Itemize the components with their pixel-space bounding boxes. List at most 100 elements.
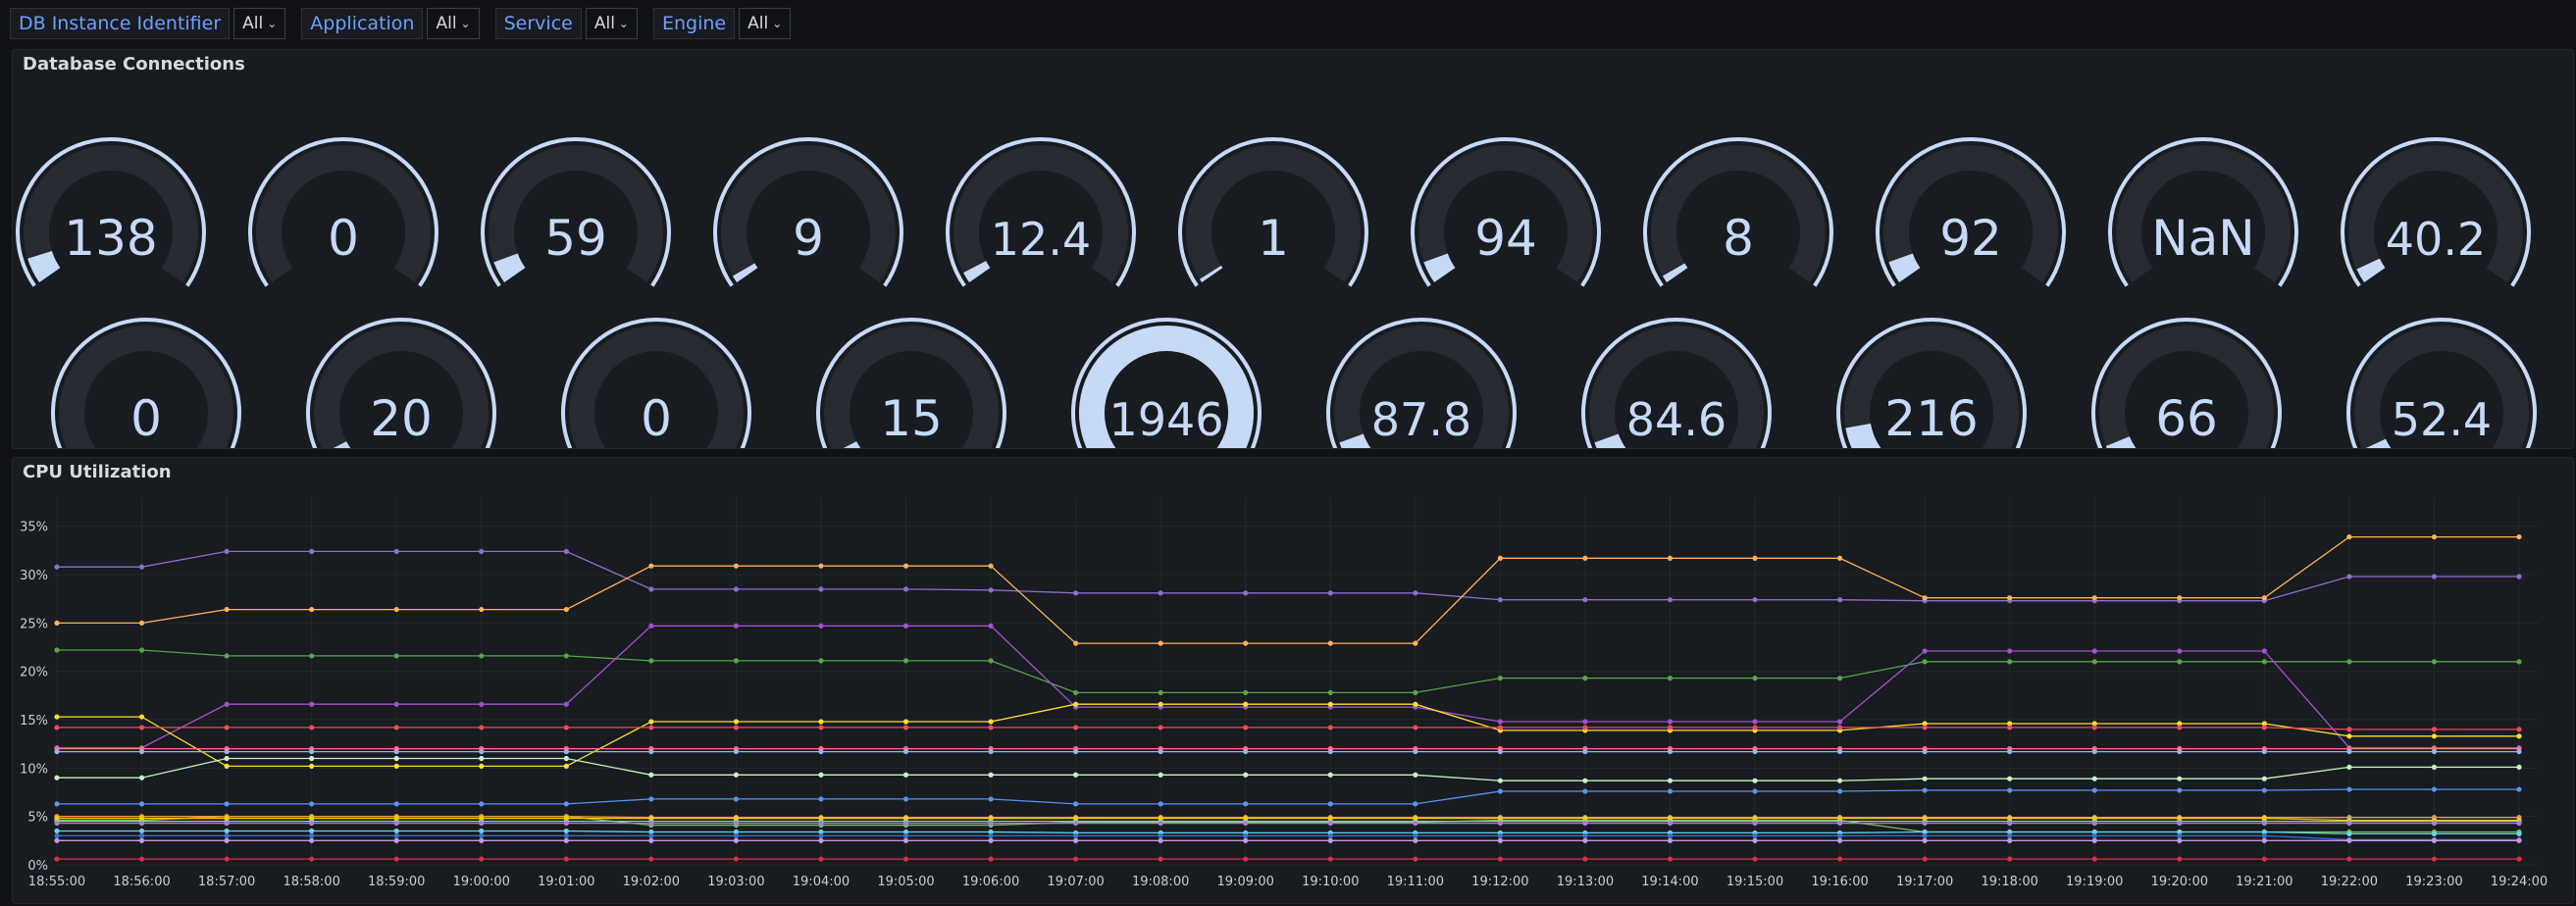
data-point (1327, 748, 1333, 755)
variable-select-db-instance[interactable]: All ⌄ (233, 8, 286, 39)
gauge-value-arc (1339, 433, 1371, 448)
data-point (818, 856, 824, 862)
gauge-value: 20 (370, 390, 433, 447)
data-point (1073, 689, 1079, 696)
data-point (2177, 837, 2183, 843)
connection-gauge: 92 (1876, 137, 2066, 287)
data-point (2346, 659, 2352, 665)
x-tick-label: 19:02:00 (623, 875, 680, 889)
data-point (479, 856, 485, 862)
data-point (733, 586, 740, 592)
x-tick-label: 18:55:00 (28, 875, 85, 889)
series-line (57, 727, 2519, 730)
data-point (648, 796, 654, 802)
gauge-value-arc (1845, 423, 1881, 448)
data-point (1073, 832, 1079, 839)
data-point (648, 563, 654, 569)
data-point (1752, 676, 1758, 681)
data-point (2516, 837, 2522, 843)
connection-gauge: 20 (306, 318, 496, 448)
data-point (138, 828, 145, 834)
data-point (2516, 786, 2522, 792)
data-point (2346, 856, 2352, 862)
data-point (1836, 856, 1843, 862)
cpu-series[interactable] (54, 755, 2522, 783)
gauge-value-arc (2105, 435, 2137, 448)
data-point (2261, 832, 2267, 839)
data-point (1836, 788, 1843, 794)
gauge-value: 52.4 (2392, 393, 2492, 446)
cpu-series[interactable] (54, 837, 2522, 843)
data-point (1836, 555, 1843, 561)
data-point (1667, 748, 1674, 755)
data-point (1667, 555, 1674, 561)
data-point (818, 820, 824, 827)
data-point (648, 748, 654, 755)
data-point (2261, 776, 2267, 781)
data-point (2091, 648, 2097, 654)
data-point (2346, 830, 2352, 837)
data-point (563, 837, 569, 843)
data-point (1836, 597, 1843, 603)
data-point (1667, 788, 1674, 794)
cpu-series[interactable] (54, 725, 2522, 732)
variable-select-engine[interactable]: All ⌄ (739, 8, 792, 39)
data-point (1752, 832, 1758, 839)
data-point (1243, 820, 1249, 827)
x-tick-label: 19:18:00 (1981, 875, 2037, 889)
data-point (1158, 748, 1163, 755)
data-point (309, 755, 315, 762)
data-point (1413, 801, 1418, 807)
cpu-series[interactable] (54, 748, 2522, 755)
data-point (902, 772, 909, 778)
cpu-series[interactable] (54, 623, 2522, 751)
data-point (138, 748, 145, 755)
data-point (54, 828, 60, 834)
gauge-value-arc (843, 440, 861, 448)
data-point (1327, 701, 1333, 707)
data-point (138, 820, 145, 827)
cpu-utilization-panel: CPU Utilization 0% 5% 10% 15% 20% 25% 30% 35% 18… (12, 457, 2574, 904)
data-point (1413, 772, 1418, 778)
connection-gauge: 9 (713, 137, 903, 287)
variable-select-service[interactable]: All ⌄ (585, 8, 638, 39)
variable-select-application[interactable]: All ⌄ (427, 8, 480, 39)
data-point (138, 620, 145, 626)
data-point (1667, 676, 1674, 681)
cpu-series[interactable] (54, 746, 2522, 752)
data-point (1497, 597, 1503, 603)
data-point (1073, 856, 1079, 862)
data-point (479, 701, 485, 707)
data-point (2346, 533, 2352, 540)
data-point (2431, 837, 2438, 843)
cpu-series[interactable] (54, 548, 2522, 604)
data-point (2516, 659, 2522, 665)
data-point (988, 837, 994, 843)
data-point (1327, 837, 1333, 843)
data-point (563, 820, 569, 827)
data-point (2346, 764, 2352, 770)
data-point (648, 772, 654, 778)
data-point (2261, 595, 2267, 601)
data-point (988, 658, 994, 664)
data-point (733, 725, 740, 730)
data-point (648, 820, 654, 827)
data-point (1582, 597, 1588, 603)
connection-gauge: 66 (2091, 318, 2282, 448)
x-tick-label: 19:16:00 (1811, 875, 1868, 889)
cpu-series[interactable] (54, 814, 2522, 821)
y-tick-label: 20% (20, 666, 48, 680)
cpu-series[interactable] (54, 856, 2522, 862)
gauge-value: 0 (130, 390, 162, 447)
data-point (1922, 837, 1928, 843)
data-point (2007, 725, 2013, 730)
data-point (1243, 640, 1249, 646)
data-point (563, 828, 569, 834)
data-point (1327, 801, 1333, 807)
data-point (309, 837, 315, 843)
data-point (818, 719, 824, 725)
data-point (733, 719, 740, 725)
cpu-series[interactable] (54, 786, 2522, 807)
cpu-chart[interactable]: 0% 5% 10% 15% 20% 25% 30% 35% 18:55:00 18:56:00 18… (13, 458, 2573, 903)
data-point (1582, 676, 1588, 681)
